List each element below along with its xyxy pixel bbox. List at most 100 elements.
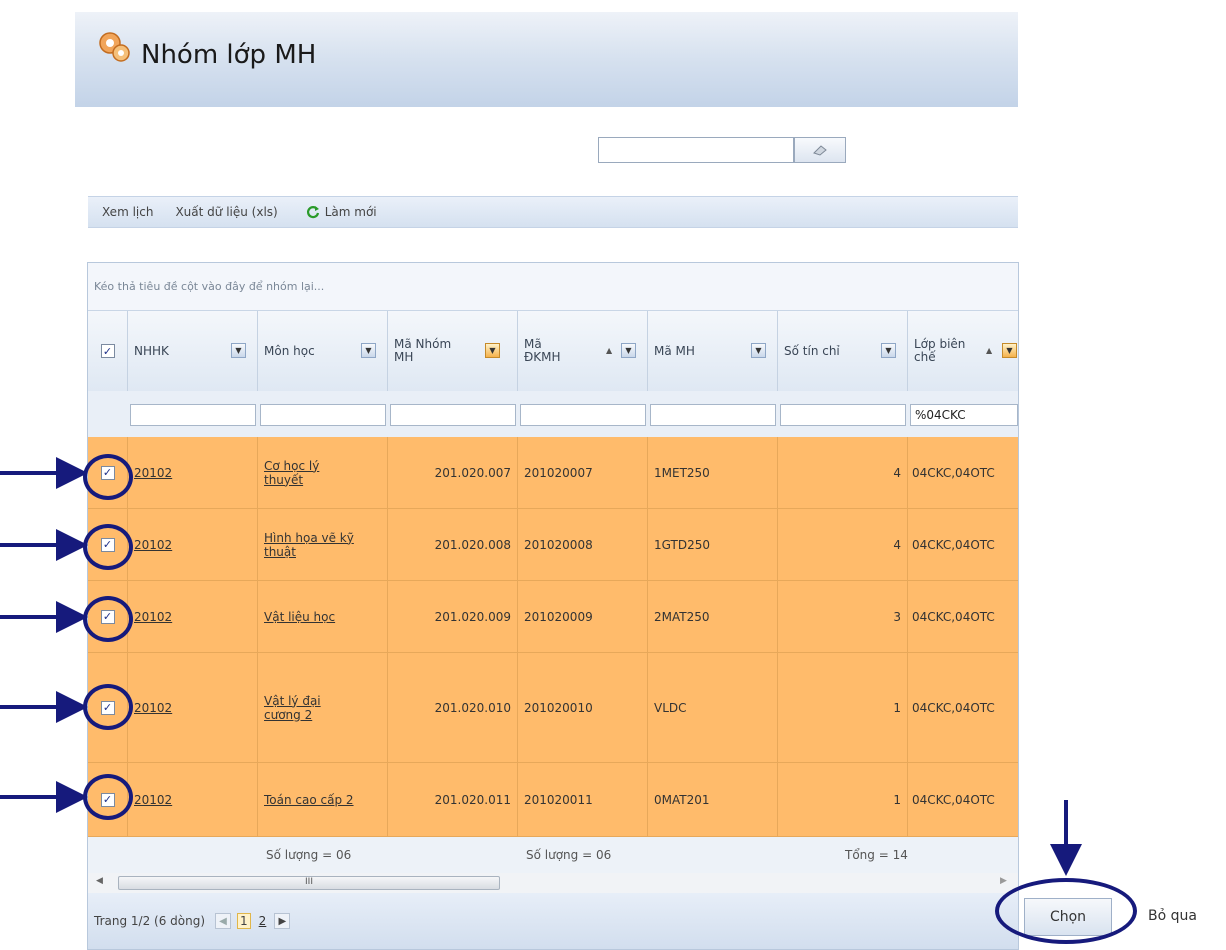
- ma-dkmh-cell: 201020011: [524, 792, 593, 807]
- table-row[interactable]: ✓ 20102 Vật lý đại cương 2 201.020.010 2…: [88, 653, 1018, 763]
- nhhk-link[interactable]: 20102: [134, 610, 172, 624]
- column-header-ma-dkmh[interactable]: Mã ĐKMH ▲ ▼: [518, 311, 648, 391]
- lop-bien-che-cell: 04CKC,04OTC: [912, 537, 995, 552]
- mon-hoc-count: Số lượng = 06: [266, 848, 352, 862]
- nhhk-link[interactable]: 20102: [134, 701, 172, 715]
- eraser-icon: [813, 145, 827, 156]
- table-row[interactable]: ✓ 20102 Vật liệu học 201.020.009 2010200…: [88, 581, 1018, 653]
- column-header-ma-mh[interactable]: Mã MH ▼: [648, 311, 778, 391]
- table-row[interactable]: ✓ 20102 Cơ học lý thuyết 201.020.007 201…: [88, 437, 1018, 509]
- scrollbar-thumb[interactable]: III: [118, 876, 500, 890]
- refresh-label: Làm mới: [324, 205, 377, 219]
- ma-dkmh-cell: 201020007: [524, 465, 593, 480]
- select-all-checkbox[interactable]: ✓: [100, 344, 115, 358]
- row-checkbox[interactable]: ✓: [100, 609, 115, 624]
- filter-input-nhhk[interactable]: [130, 404, 256, 426]
- ma-nhom-cell: 201.020.011: [434, 792, 511, 807]
- page-link-2[interactable]: 2: [257, 914, 269, 928]
- horizontal-scrollbar[interactable]: ◀ III ▶: [88, 873, 1018, 894]
- mon-hoc-link[interactable]: Vật liệu học: [264, 610, 335, 624]
- view-schedule-button[interactable]: Xem lịch: [102, 205, 153, 219]
- table-row[interactable]: ✓ 20102 Toán cao cấp 2 201.020.011 20102…: [88, 763, 1018, 837]
- grid-footer: Số lượng = 06 Số lượng = 06 Tổng = 14: [88, 837, 1018, 874]
- mon-hoc-link[interactable]: Cơ học lý thuyết: [264, 459, 344, 487]
- search-input[interactable]: [598, 137, 794, 163]
- column-header-nhhk[interactable]: NHHK ▼: [128, 311, 258, 391]
- pager-info: Trang 1/2 (6 dòng): [94, 914, 206, 928]
- filter-menu-icon[interactable]: ▼: [621, 343, 636, 358]
- ma-mh-cell: 1GTD250: [654, 537, 710, 552]
- lop-bien-che-cell: 04CKC,04OTC: [912, 700, 995, 715]
- row-checkbox[interactable]: ✓: [100, 465, 115, 480]
- ma-dkmh-cell: 201020009: [524, 609, 593, 624]
- filter-row: %04CKC: [88, 391, 1018, 438]
- header-select-all[interactable]: ✓: [88, 311, 128, 391]
- ma-dkmh-count: Số lượng = 06: [526, 848, 612, 862]
- page-title: Nhóm lớp MH: [141, 40, 317, 70]
- filter-input-ma-mh[interactable]: [650, 404, 776, 426]
- grid-header: ✓ NHHK ▼ Môn học ▼ Mã Nhóm MH ▼ Mã ĐKMH …: [88, 311, 1018, 392]
- filter-input-ma-nhom[interactable]: [390, 404, 516, 426]
- column-header-mon-hoc[interactable]: Môn học ▼: [258, 311, 388, 391]
- data-grid: Kéo thả tiêu đề cột vào đây để nhóm lại.…: [87, 262, 1019, 950]
- prev-page-icon[interactable]: ◀: [215, 913, 232, 929]
- column-header-ma-nhom-mh[interactable]: Mã Nhóm MH ▼: [388, 311, 518, 391]
- row-checkbox[interactable]: ✓: [100, 792, 115, 807]
- ma-nhom-cell: 201.020.010: [434, 700, 511, 715]
- sort-ascending-icon: ▲: [606, 346, 613, 355]
- scroll-right-icon[interactable]: ▶: [1000, 876, 1007, 886]
- ma-nhom-cell: 201.020.008: [434, 537, 511, 552]
- lop-bien-che-cell: 04CKC,04OTC: [912, 609, 995, 624]
- pager: Trang 1/2 (6 dòng) ◀ 1 2 ▶: [88, 893, 1018, 949]
- search-button[interactable]: [794, 137, 846, 163]
- column-header-lop-bien-che[interactable]: Lớp biên chế ▲ ▼: [908, 311, 1018, 391]
- row-checkbox[interactable]: ✓: [100, 537, 115, 552]
- grid-toolbar: Xem lịch Xuất dữ liệu (xls) Làm mới: [88, 196, 1018, 228]
- choose-button[interactable]: Chọn: [1024, 898, 1112, 936]
- refresh-icon: [306, 206, 319, 219]
- column-header-so-tin-chi[interactable]: Số tín chỉ ▼: [778, 311, 908, 391]
- group-by-panel[interactable]: Kéo thả tiêu đề cột vào đây để nhóm lại.…: [88, 263, 1018, 311]
- so-tin-chi-cell: 1: [893, 700, 901, 715]
- tin-chi-total: Tổng = 14: [845, 848, 908, 862]
- lop-bien-che-cell: 04CKC,04OTC: [912, 792, 995, 807]
- ma-dkmh-cell: 201020010: [524, 700, 593, 715]
- ma-dkmh-cell: 201020008: [524, 537, 593, 552]
- refresh-button[interactable]: Làm mới: [306, 205, 377, 219]
- skip-button[interactable]: Bỏ qua: [1148, 908, 1197, 924]
- ma-mh-cell: 2MAT250: [654, 609, 710, 624]
- filter-input-ma-dkmh[interactable]: [520, 404, 646, 426]
- ma-nhom-cell: 201.020.009: [434, 609, 511, 624]
- so-tin-chi-cell: 4: [893, 465, 901, 480]
- nhhk-link[interactable]: 20102: [134, 793, 172, 807]
- page-link-1[interactable]: 1: [237, 913, 251, 929]
- filter-active-icon[interactable]: ▼: [1002, 343, 1017, 358]
- filter-menu-icon[interactable]: ▼: [361, 343, 376, 358]
- ma-mh-cell: 1MET250: [654, 465, 710, 480]
- filter-active-icon[interactable]: ▼: [485, 343, 500, 358]
- ma-mh-cell: VLDC: [654, 700, 687, 715]
- filter-input-lop-bien-che[interactable]: %04CKC: [910, 404, 1018, 426]
- ma-nhom-cell: 201.020.007: [434, 465, 511, 480]
- next-page-icon[interactable]: ▶: [274, 913, 291, 929]
- filter-menu-icon[interactable]: ▼: [231, 343, 246, 358]
- mon-hoc-link[interactable]: Toán cao cấp 2: [264, 793, 354, 807]
- nhhk-link[interactable]: 20102: [134, 538, 172, 552]
- export-xls-button[interactable]: Xuất dữ liệu (xls): [175, 205, 277, 219]
- nhhk-link[interactable]: 20102: [134, 466, 172, 480]
- scroll-left-icon[interactable]: ◀: [96, 876, 103, 886]
- so-tin-chi-cell: 3: [893, 609, 901, 624]
- mon-hoc-link[interactable]: Hình họa vẽ kỹ thuật: [264, 531, 381, 559]
- mon-hoc-link[interactable]: Vật lý đại cương 2: [264, 694, 334, 722]
- filter-menu-icon[interactable]: ▼: [751, 343, 766, 358]
- so-tin-chi-cell: 1: [893, 792, 901, 807]
- so-tin-chi-cell: 4: [893, 537, 901, 552]
- row-checkbox[interactable]: ✓: [100, 700, 115, 715]
- filter-input-mon-hoc[interactable]: [260, 404, 386, 426]
- gear-group-icon: [99, 32, 130, 62]
- filter-menu-icon[interactable]: ▼: [881, 343, 896, 358]
- lop-bien-che-cell: 04CKC,04OTC: [912, 465, 995, 480]
- table-row[interactable]: ✓ 20102 Hình họa vẽ kỹ thuật 201.020.008…: [88, 509, 1018, 581]
- filter-input-so-tin-chi[interactable]: [780, 404, 906, 426]
- ma-mh-cell: 0MAT201: [654, 792, 710, 807]
